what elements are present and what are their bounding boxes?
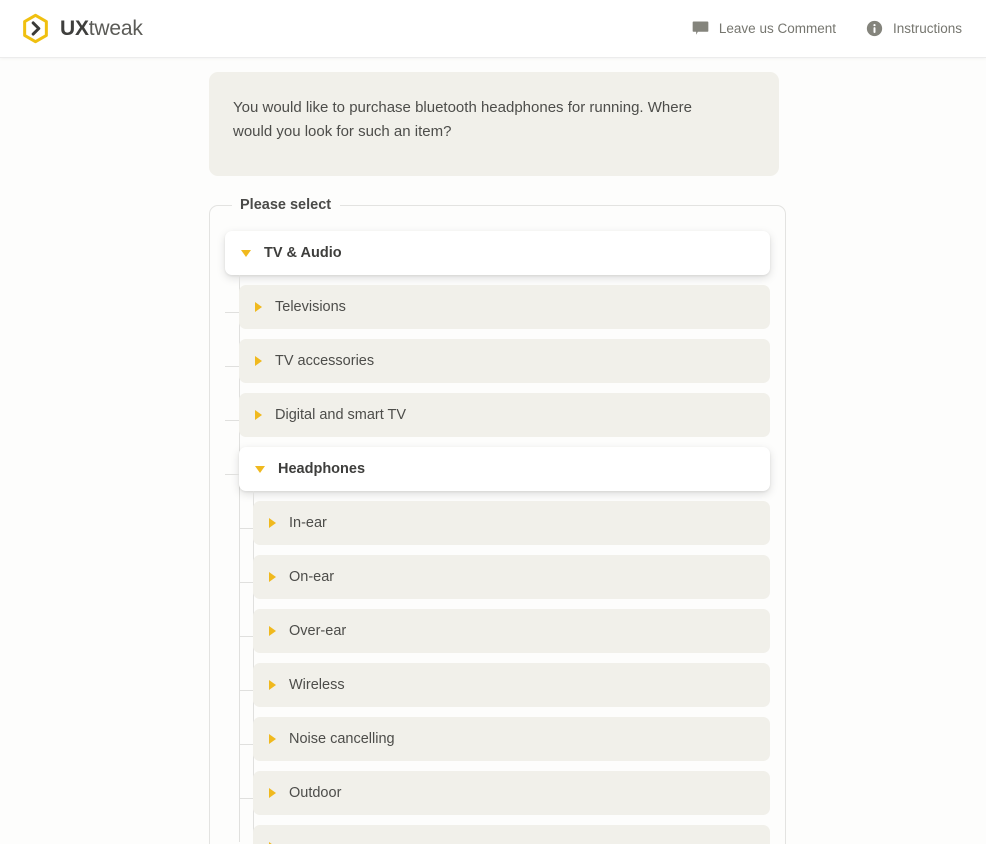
tree-item-label: In-ear [289,515,327,531]
tree-item-televisions[interactable]: Televisions [225,285,770,329]
leave-comment-label: Leave us Comment [718,21,836,36]
tree-item-label: Digital and smart TV [275,407,407,423]
tree-node-headphones: Headphones In-ear On-ear Over-ear Wirele… [225,447,770,844]
instructions-button[interactable]: Instructions [866,20,962,37]
leave-comment-button[interactable]: Leave us Comment [692,20,836,37]
chevron-down-icon [255,465,265,473]
app-header: UXtweak Leave us Comment Instructions [0,0,986,58]
chevron-right-icon [269,626,276,636]
tree-item-wireless[interactable]: Wireless [239,663,770,707]
info-icon [866,20,883,37]
chevron-right-icon [269,788,276,798]
tree-item-headphones[interactable]: Headphones [225,447,770,491]
tree-item-label: TV accessories [275,353,375,369]
tree-item-label: Headphones [278,461,366,477]
tree-item-label: Noise cancelling [289,731,395,747]
chevron-right-icon [255,410,262,420]
chevron-right-icon [269,572,276,582]
tree-root: TV & Audio Televisions TV accessories Di… [225,227,770,844]
tree-item-tv-and-audio[interactable]: TV & Audio [225,231,770,275]
tree-item-on-ear[interactable]: On-ear [239,555,770,599]
tree-node-televisions: Televisions [225,285,770,329]
tree-item-partial[interactable] [253,825,770,844]
logo-text-ux: UX [60,16,89,40]
chevron-right-icon [269,680,276,690]
tree-selection-panel: Please select TV & Audio Televisions TV … [209,197,786,844]
tree-item-outdoor[interactable]: Outdoor [239,771,770,815]
header-actions: Leave us Comment Instructions [692,20,962,37]
task-prompt-box: You would like to purchase bluetooth hea… [209,72,779,176]
hexagon-chevron-logo-icon [23,13,48,44]
please-select-legend: Please select [240,197,332,213]
tree-node-partial [253,825,770,844]
tree-item-label: TV & Audio [264,245,342,261]
logo-text-tweak: tweak [88,16,143,40]
chevron-right-icon [255,356,262,366]
tree-node-tv-and-audio: TV & Audio Televisions TV accessories Di… [225,231,770,844]
tree-node-in-ear: In-ear [239,501,770,545]
tree-children-headphones: In-ear On-ear Over-ear Wireless Noise ca… [239,491,770,844]
tree-item-noise-cancelling[interactable]: Noise cancelling [239,717,770,761]
tree-node-on-ear: On-ear [239,555,770,599]
tree-item-digital-and-smart-tv[interactable]: Digital and smart TV [225,393,770,437]
tree-item-label: Outdoor [289,785,342,801]
tree-item-in-ear[interactable]: In-ear [239,501,770,545]
tree-item-label: Televisions [275,299,346,315]
content-column: You would like to purchase bluetooth hea… [209,72,786,844]
comment-icon [692,21,709,35]
tree-item-tv-accessories[interactable]: TV accessories [225,339,770,383]
tree-node-wireless: Wireless [239,663,770,707]
tree-item-label: Over-ear [289,623,347,639]
tree-children-tv-and-audio: Televisions TV accessories Digital and s… [225,275,770,844]
page-body: You would like to purchase bluetooth hea… [0,58,986,844]
tree-node-digital-and-smart-tv: Digital and smart TV [225,393,770,437]
chevron-right-icon [255,302,262,312]
task-prompt-text: You would like to purchase bluetooth hea… [233,99,692,141]
instructions-label: Instructions [892,21,962,36]
tree-item-over-ear[interactable]: Over-ear [239,609,770,653]
tree-item-label: Wireless [289,677,345,693]
chevron-right-icon [269,734,276,744]
tree-node-outdoor: Outdoor [239,771,770,815]
logo-wordmark: UXtweak [60,17,143,41]
chevron-down-icon [241,249,251,257]
chevron-right-icon [269,518,276,528]
tree-item-label: On-ear [289,569,335,585]
uxtweak-logo[interactable]: UXtweak [20,13,143,44]
tree-node-noise-cancelling: Noise cancelling [239,717,770,761]
tree-node-tv-accessories: TV accessories [225,339,770,383]
tree-node-over-ear: Over-ear [239,609,770,653]
